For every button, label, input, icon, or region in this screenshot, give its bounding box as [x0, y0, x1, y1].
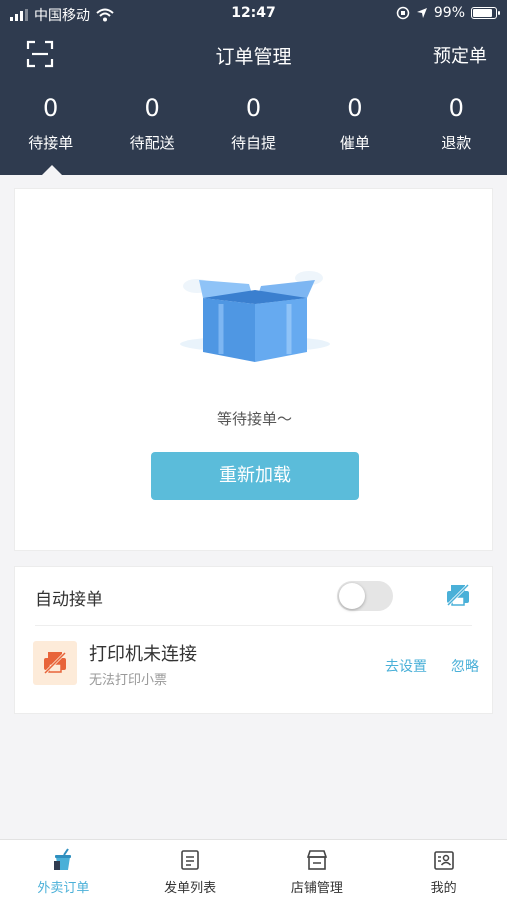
toggle-knob	[339, 583, 365, 609]
profile-card-icon	[433, 851, 454, 870]
stat-label: 待接单	[28, 134, 74, 152]
header: 中国移动 12:47 99% 订单管理 预定单 0 待接单 0 待配送 0 待自…	[0, 0, 507, 175]
document-list-icon	[181, 850, 199, 870]
auto-accept-row: 自动接单	[15, 567, 494, 625]
page-title: 订单管理	[215, 46, 292, 68]
tab-label: 外卖订单	[37, 881, 90, 896]
stat-pending-accept[interactable]: 0 待接单	[0, 92, 101, 153]
stat-label: 退款	[441, 134, 472, 152]
tab-store-management[interactable]: 店铺管理	[254, 840, 381, 900]
printer-status-row: 打印机未连接 无法打印小票 去设置 忽略	[15, 626, 494, 714]
reload-button[interactable]: 重新加载	[151, 452, 359, 500]
location-arrow-icon	[416, 8, 427, 18]
empty-state-message: 等待接单～	[216, 410, 292, 428]
tab-label: 我的	[430, 881, 457, 896]
stat-count: 0	[43, 94, 59, 122]
tab-profile[interactable]: 我的	[380, 840, 507, 900]
stat-count: 0	[347, 94, 363, 122]
title-bar: 订单管理 预定单	[0, 34, 507, 74]
battery-icon	[471, 7, 500, 19]
tab-dispatch-list[interactable]: 发单列表	[127, 840, 254, 900]
stat-label: 催单	[339, 134, 370, 152]
stat-label: 待自提	[230, 134, 276, 152]
auto-accept-toggle[interactable]	[337, 581, 393, 611]
rotation-lock-icon	[396, 6, 410, 20]
printer-status-title: 打印机未连接	[89, 644, 197, 665]
printer-status-subtitle: 无法打印小票	[89, 673, 168, 688]
stat-pending-delivery[interactable]: 0 待配送	[101, 92, 202, 153]
printer-disconnected-icon[interactable]	[445, 583, 471, 607]
status-bar: 中国移动 12:47 99%	[0, 0, 507, 28]
stat-pending-pickup[interactable]: 0 待自提	[203, 92, 304, 153]
stat-count: 0	[448, 94, 464, 122]
printer-ignore-link[interactable]: 忽略	[451, 656, 479, 676]
storefront-icon	[306, 850, 327, 870]
printer-warning-icon	[33, 641, 77, 685]
tab-takeout-orders[interactable]: 外卖订单	[0, 840, 127, 900]
stat-refunds[interactable]: 0 退款	[406, 92, 507, 153]
active-tab-indicator	[42, 165, 62, 175]
empty-box-illustration	[180, 271, 330, 362]
empty-orders-card: 等待接单～ 重新加载	[14, 188, 493, 551]
stat-count: 0	[144, 94, 160, 122]
tab-label: 店铺管理	[290, 881, 343, 896]
stat-count: 0	[245, 94, 262, 122]
stat-label: 待配送	[129, 134, 175, 152]
reservation-orders-button[interactable]: 预定单	[433, 42, 487, 68]
bottom-tab-bar: 外卖订单 发单列表 店铺管理 我的	[0, 839, 507, 900]
settings-card: 自动接单 打印机未连接 无法打印小票 去设置 忽略	[14, 566, 493, 714]
stat-reminders[interactable]: 0 催单	[304, 92, 405, 153]
order-stats: 0 待接单 0 待配送 0 待自提 0 催单 0 退款	[0, 92, 507, 153]
auto-accept-label: 自动接单	[35, 590, 103, 610]
battery-percent: 99%	[433, 5, 465, 21]
takeout-cup-icon	[54, 848, 72, 870]
printer-setup-link[interactable]: 去设置	[385, 656, 427, 676]
tab-label: 发单列表	[164, 881, 217, 896]
